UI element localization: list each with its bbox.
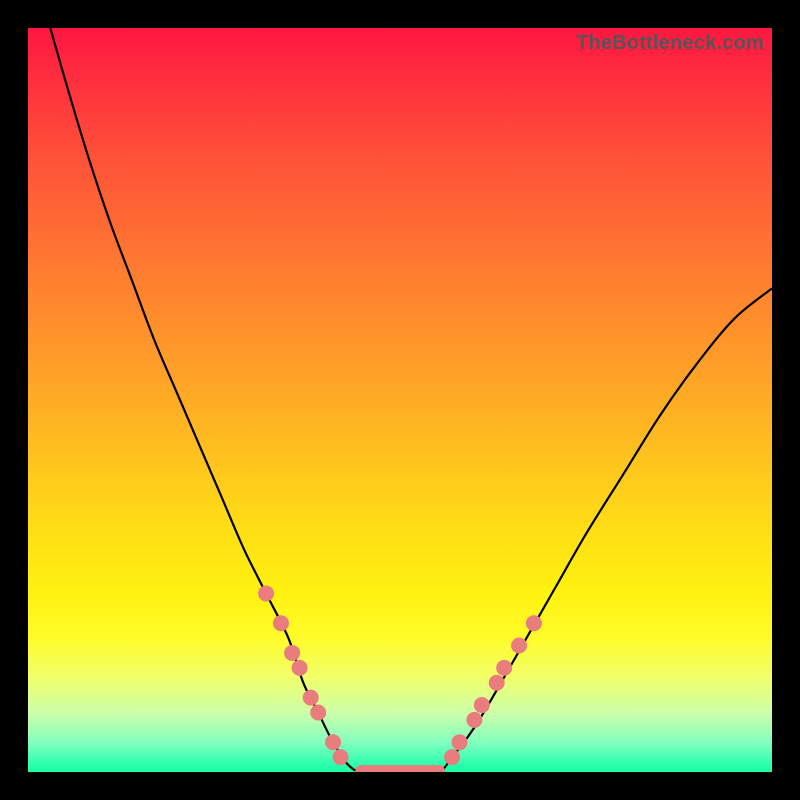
plot-area: TheBottleneck.com	[28, 28, 772, 772]
bottleneck-curve	[50, 28, 772, 772]
left-arm-markers	[258, 585, 348, 765]
curve-marker	[258, 585, 274, 601]
curve-marker	[292, 660, 308, 676]
curve-marker	[474, 697, 490, 713]
curve-marker	[489, 675, 505, 691]
curve-marker	[303, 690, 319, 706]
curve-marker	[284, 645, 300, 661]
curve-marker	[332, 749, 348, 765]
chart-frame: TheBottleneck.com	[0, 0, 800, 800]
curve-svg	[28, 28, 772, 772]
curve-marker	[310, 704, 326, 720]
curve-marker	[511, 638, 527, 654]
curve-marker	[452, 734, 468, 750]
curve-marker	[444, 749, 460, 765]
curve-marker	[466, 712, 482, 728]
curve-marker	[325, 734, 341, 750]
curve-marker	[526, 615, 542, 631]
curve-marker	[496, 660, 512, 676]
curve-marker	[273, 615, 289, 631]
flat-segment-marker	[355, 765, 444, 772]
